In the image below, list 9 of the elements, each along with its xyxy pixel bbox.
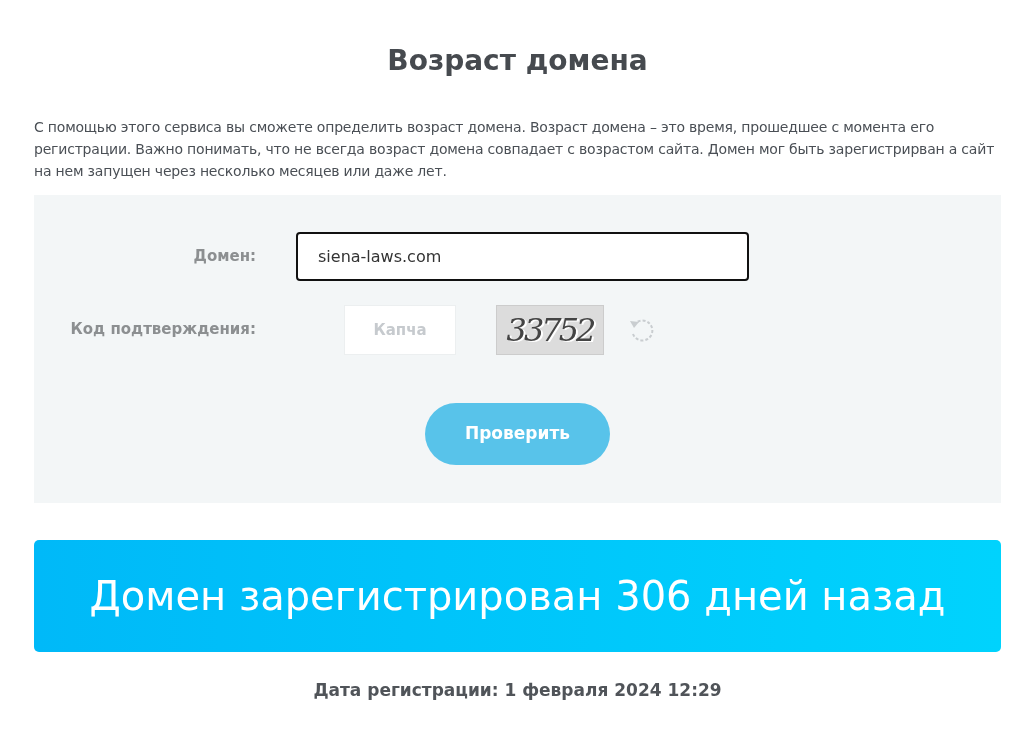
registration-date: Дата регистрации: 1 февраля 2024 12:29 <box>312 678 723 702</box>
captcha-field[interactable]: Капча <box>344 304 456 355</box>
result-banner: Домен зарегистрирован 306 дней назад <box>34 539 1001 652</box>
field-label: Домен: <box>192 245 257 267</box>
field-label: Код подтверждения: <box>69 319 257 341</box>
domain-field[interactable]: siena-laws.com <box>296 231 749 281</box>
description: С помощью этого сервиса вы сможете определить возраст домена. Возраст домена – это время, прошедшее с момента его регистрации. Важно понимать, что не всегда возраст домена совпадает с возрастом сайта. Домен мог быть зарегистрирван а сайт на нем запущен через несколько месяцев или даже лет. <box>34 117 996 181</box>
captcha-image: 33752 <box>496 304 604 355</box>
page-title: Возраст домена <box>386 43 649 78</box>
